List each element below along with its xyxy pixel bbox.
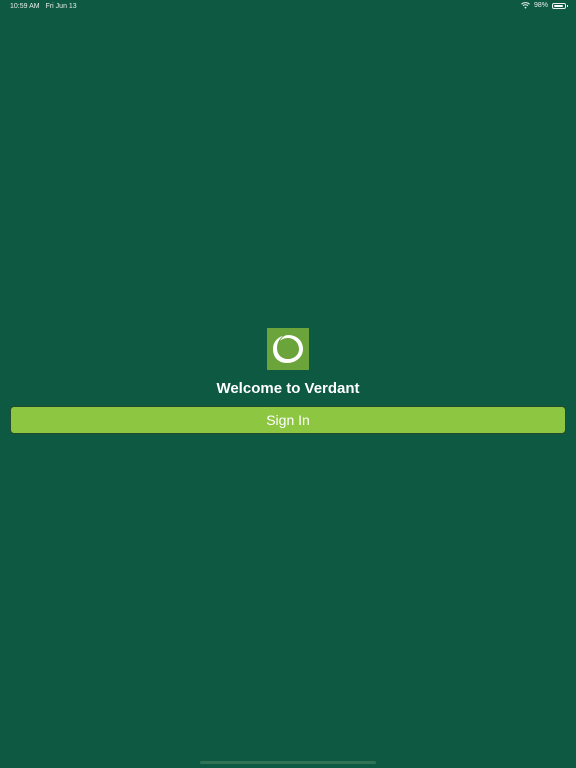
status-date: Fri Jun 13 [45, 3, 77, 10]
status-bar: 10:59 AM Fri Jun 13 98% [0, 0, 576, 14]
welcome-title: Welcome to Verdant [216, 380, 360, 397]
status-left: 10:59 AM Fri Jun 13 [10, 3, 77, 10]
battery-percent: 98% [533, 2, 548, 9]
app-logo [267, 328, 309, 370]
status-right: 98% [521, 2, 568, 9]
status-time: 10:59 AM [10, 3, 40, 10]
sign-in-button[interactable]: Sign In [10, 406, 566, 434]
home-indicator[interactable] [200, 761, 376, 764]
battery-icon [552, 2, 568, 9]
wifi-icon [521, 2, 530, 9]
swirl-logo-icon [273, 335, 303, 363]
